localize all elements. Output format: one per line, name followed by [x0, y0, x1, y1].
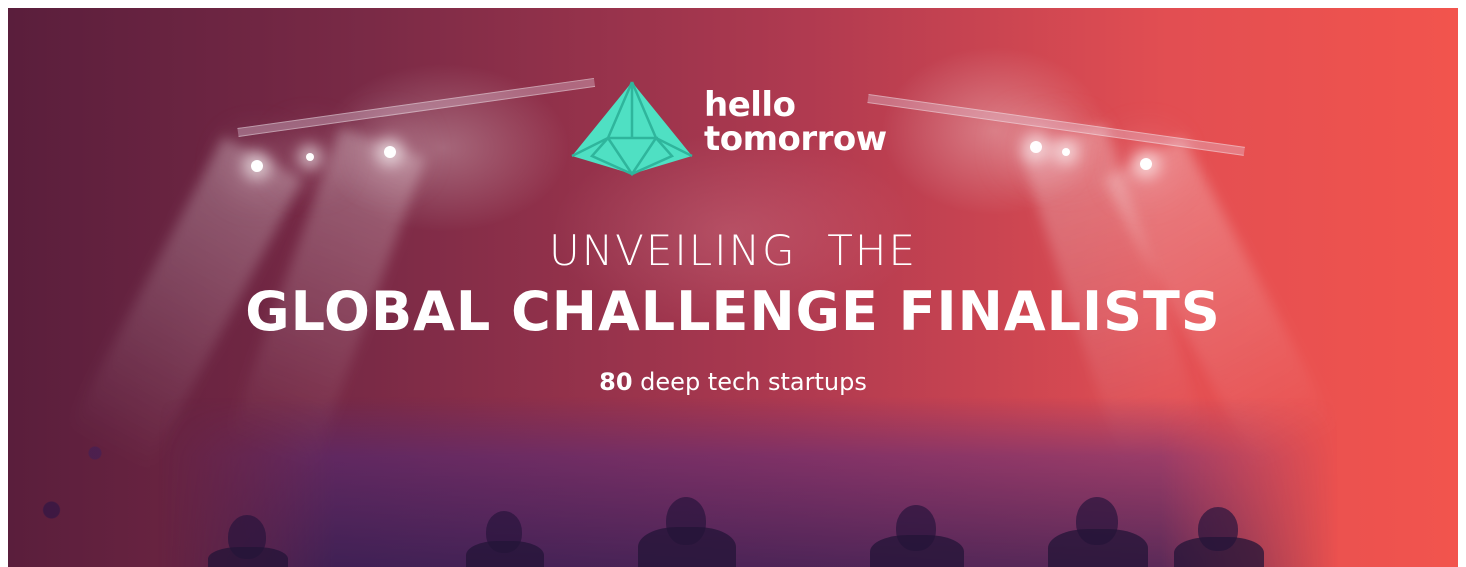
spotlight: [384, 146, 396, 158]
spotlight: [306, 153, 314, 161]
headline-line-2: GLOBAL CHALLENGE FINALISTS: [245, 280, 1221, 343]
audience-seating: [158, 397, 1338, 567]
startup-count: 80: [599, 368, 633, 396]
subline-text: deep tech startups: [640, 368, 867, 396]
audience: [8, 377, 1458, 567]
spotlight: [1140, 158, 1152, 170]
audience-body: [466, 541, 544, 567]
audience-body: [208, 547, 288, 567]
logo-word-hello: hello: [704, 85, 796, 125]
hello-tomorrow-logo: hello tomorrow: [568, 80, 908, 180]
spotlight: [251, 160, 263, 172]
hero-banner: hello tomorrow UNVEILING THE GLOBAL CHAL…: [8, 8, 1458, 567]
headline-line-1: UNVEILING THE: [548, 226, 918, 275]
logo-word-tomorrow: tomorrow: [704, 119, 887, 159]
audience-body: [1048, 529, 1148, 567]
subline: 80 deep tech startups: [8, 368, 1458, 396]
diamond-icon: [571, 81, 693, 176]
spotlight: [1030, 141, 1042, 153]
audience-body: [638, 527, 736, 567]
audience-body: [870, 535, 964, 567]
spotlight: [1062, 148, 1070, 156]
audience-body: [1174, 537, 1264, 567]
logo-wordmark: hello tomorrow: [704, 88, 887, 156]
